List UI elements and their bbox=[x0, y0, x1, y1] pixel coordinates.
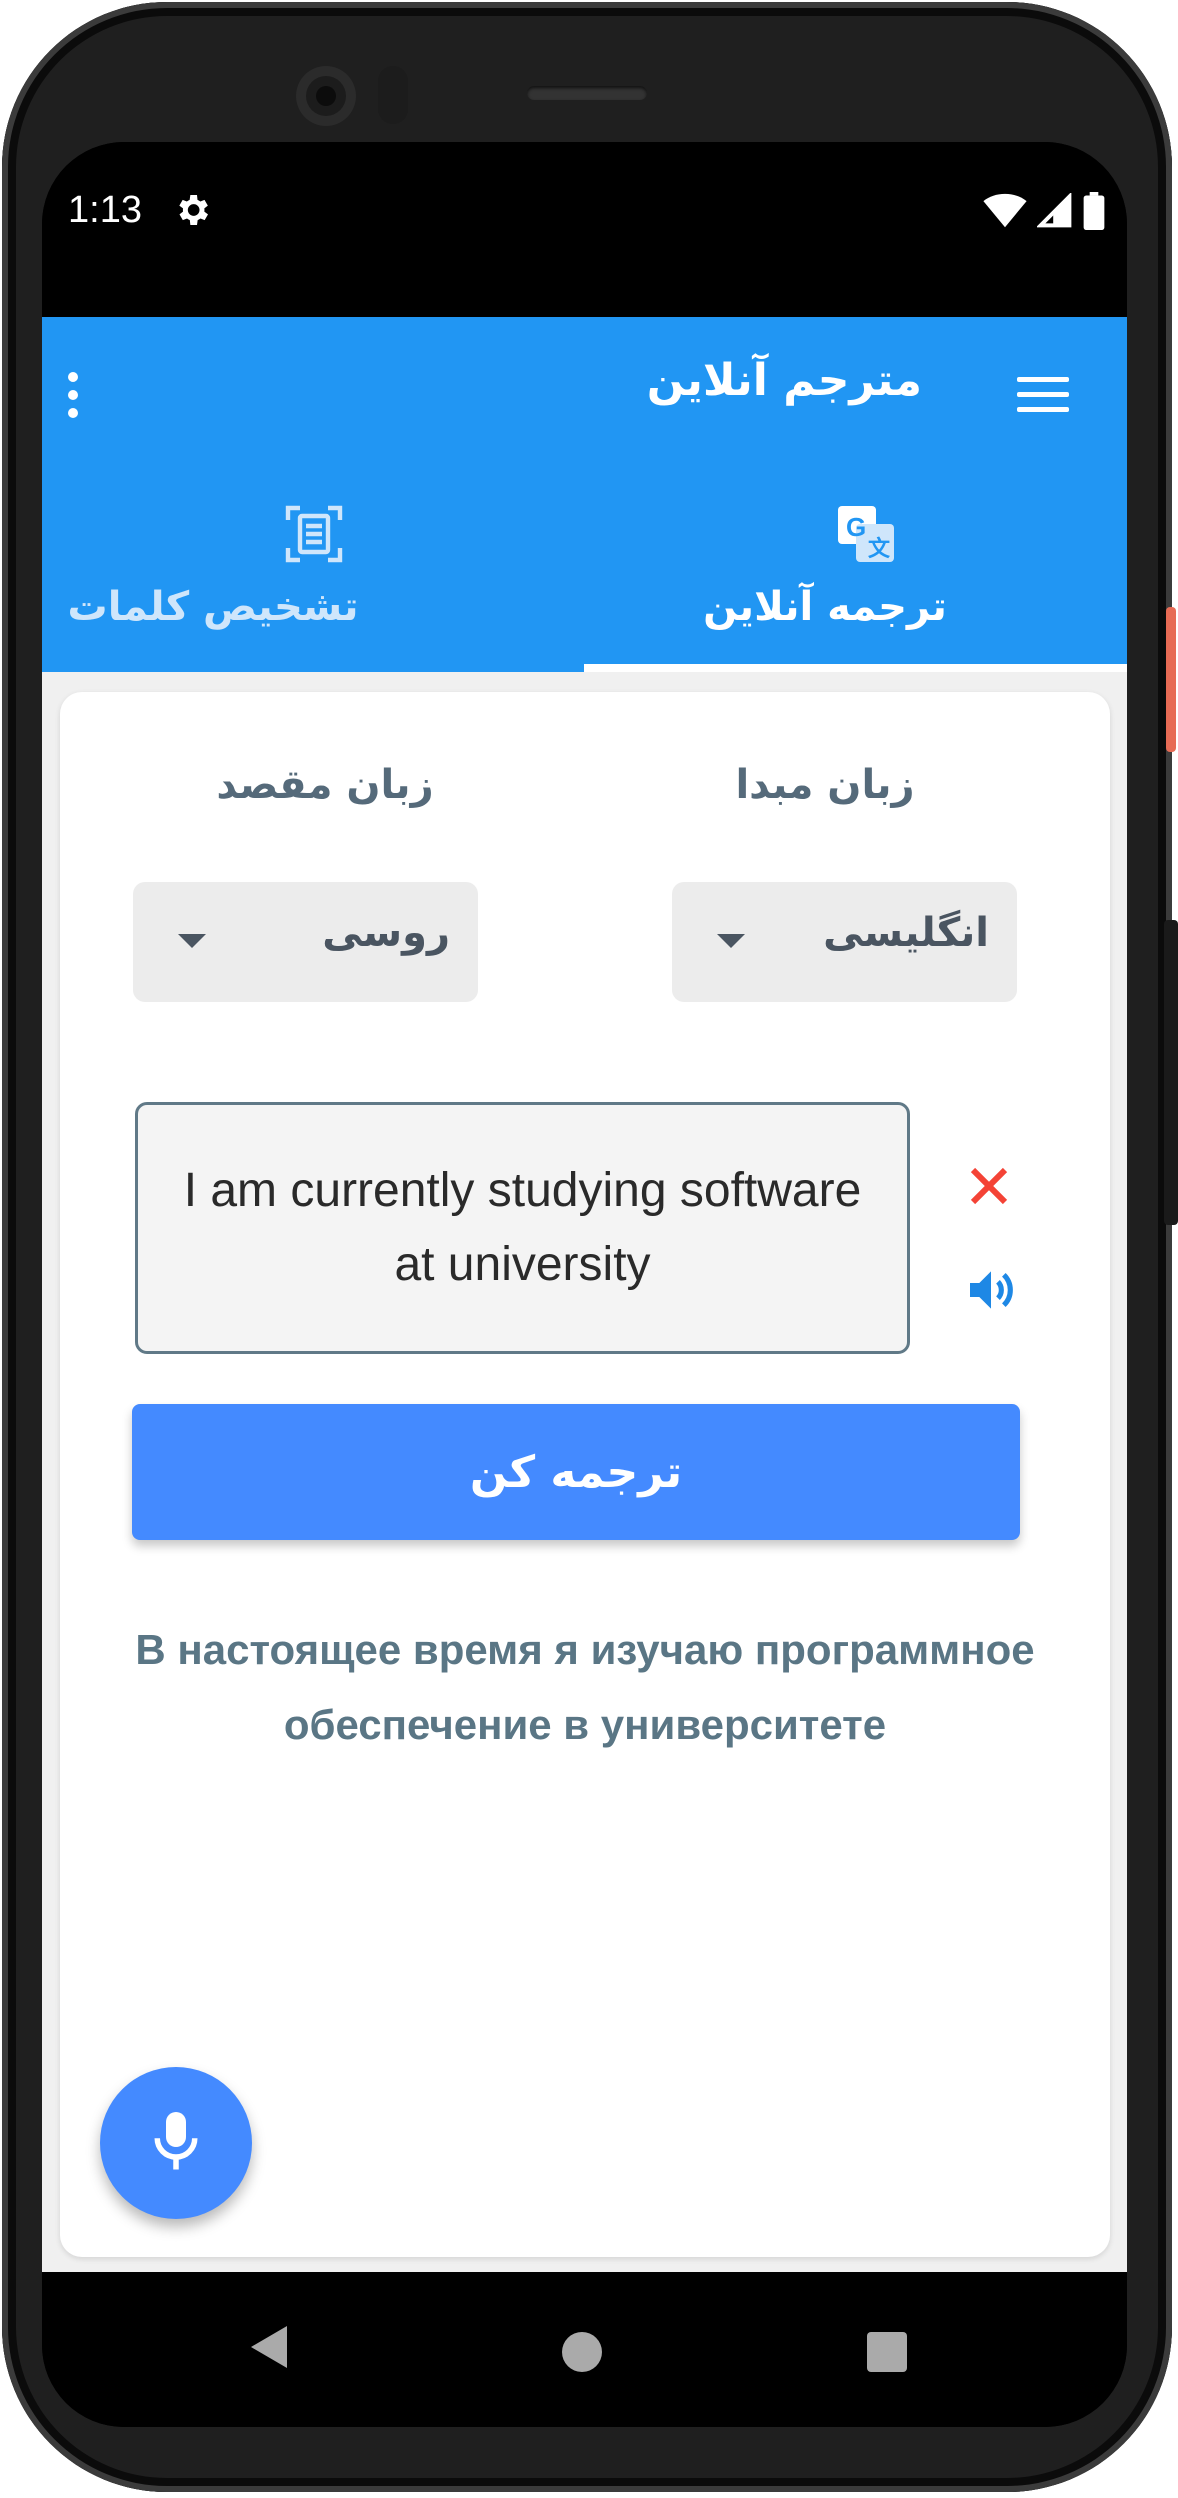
tab-online-translate[interactable]: G 文 ترجمه آنلاین bbox=[584, 492, 1126, 672]
status-bar: 1:13 bbox=[42, 142, 1127, 317]
target-language-dropdown[interactable]: روسی bbox=[133, 882, 478, 1002]
source-language-value: انگلیسی bbox=[823, 910, 989, 956]
tab-label: تشخیص کلمات bbox=[67, 584, 359, 630]
front-camera bbox=[296, 66, 356, 126]
tab-selected-indicator bbox=[584, 664, 1127, 672]
app-bar: مترجم آنلاین تشخیص کلمات G 文 ترجمه آنلای… bbox=[42, 317, 1127, 672]
main-content: زبان مبدا زبان مقصد انگلیسی روسی I am cu… bbox=[42, 672, 1127, 2327]
source-text-input[interactable]: I am currently studying software at univ… bbox=[135, 1102, 910, 1354]
power-button bbox=[1166, 607, 1176, 752]
speaker-icon[interactable] bbox=[963, 1262, 1019, 1318]
recents-icon[interactable] bbox=[867, 2332, 907, 2372]
target-language-value: روسی bbox=[322, 910, 450, 956]
translation-result: В настоящее время я изучаю программное о… bbox=[135, 1626, 1035, 1748]
screen: 1:13 مترجم آنلاین تشخیص کلمات G 文 ترجمه … bbox=[42, 142, 1127, 2427]
navigation-bar bbox=[42, 2272, 1127, 2427]
proximity-sensor bbox=[378, 66, 408, 124]
volume-button bbox=[1164, 920, 1178, 1225]
google-translate-icon: G 文 bbox=[838, 506, 894, 562]
app-title: مترجم آنلاین bbox=[646, 355, 922, 406]
cellular-signal-icon bbox=[1037, 193, 1072, 228]
menu-icon[interactable] bbox=[1017, 377, 1069, 417]
device-frame: 1:13 مترجم آنلاین تشخیص کلمات G 文 ترجمه … bbox=[0, 0, 1178, 2498]
settings-gear-icon bbox=[179, 195, 208, 225]
voice-input-button[interactable] bbox=[100, 2067, 252, 2219]
wifi-icon bbox=[983, 193, 1027, 228]
battery-icon bbox=[1083, 192, 1105, 230]
earpiece-speaker bbox=[527, 86, 647, 100]
target-language-label: زبان مقصد bbox=[216, 762, 434, 808]
more-options-icon[interactable] bbox=[62, 372, 84, 432]
status-icons bbox=[983, 192, 1105, 230]
back-icon[interactable] bbox=[247, 2322, 291, 2372]
microphone-icon bbox=[154, 2112, 198, 2170]
status-time: 1:13 bbox=[68, 189, 142, 231]
tab-label: ترجمه آنلاین bbox=[703, 584, 947, 630]
document-scan-icon bbox=[285, 505, 343, 563]
svg-text:文: 文 bbox=[868, 536, 891, 561]
translate-button[interactable]: ترجمه کن bbox=[132, 1404, 1020, 1540]
dropdown-arrow-icon bbox=[717, 934, 745, 948]
dropdown-arrow-icon bbox=[178, 934, 206, 948]
source-language-dropdown[interactable]: انگلیسی bbox=[672, 882, 1017, 1002]
translator-card: زبان مبدا زبان مقصد انگلیسی روسی I am cu… bbox=[60, 692, 1110, 2257]
tab-bar: تشخیص کلمات G 文 ترجمه آنلاین bbox=[42, 492, 1127, 672]
svg-text:G: G bbox=[846, 512, 866, 542]
source-language-label: زبان مبدا bbox=[735, 762, 915, 808]
tab-word-recognition[interactable]: تشخیص کلمات bbox=[42, 492, 584, 672]
clear-icon[interactable] bbox=[965, 1162, 1013, 1210]
home-icon[interactable] bbox=[562, 2332, 602, 2372]
